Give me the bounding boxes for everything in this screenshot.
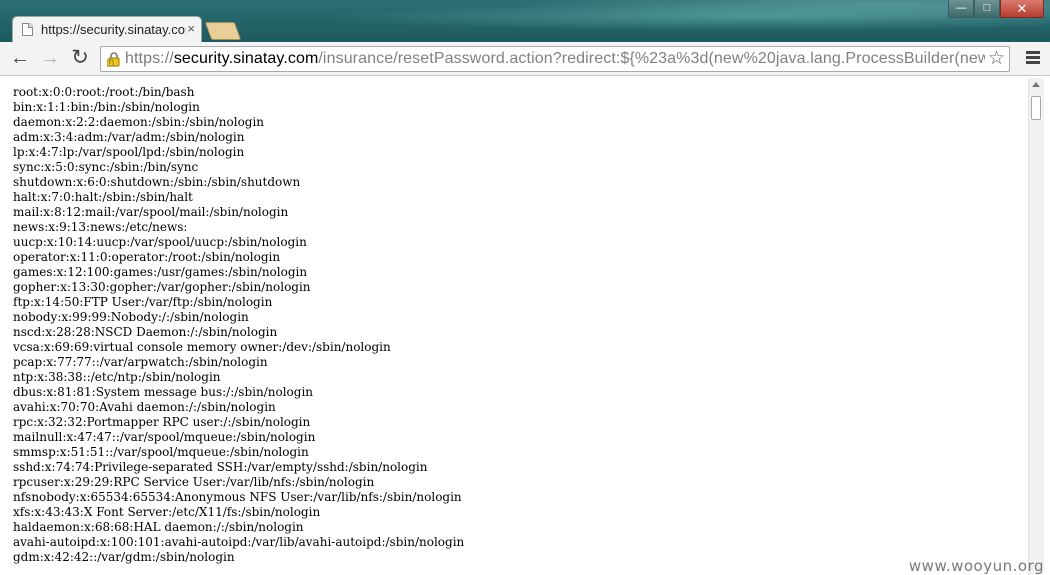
text-line: avahi-autoipd:x:100:101:avahi-autoipd:/v…	[13, 535, 465, 549]
minimize-button[interactable]: —	[948, 0, 974, 18]
vertical-scrollbar[interactable]	[1028, 78, 1044, 575]
text-line: adm:x:3:4:adm:/var/adm:/sbin/nologin	[13, 130, 245, 144]
passwd-file-text: root:x:0:0:root:/root:/bin/bash bin:x:1:…	[13, 85, 464, 565]
reload-button[interactable]: ↻	[68, 47, 92, 71]
new-tab-button[interactable]	[204, 22, 242, 40]
browser-toolbar: ← → ↻ ! https://security.sinatay.com/ins…	[0, 42, 1050, 76]
scroll-up-arrow-icon[interactable]	[1032, 82, 1040, 87]
text-line: xfs:x:43:43:X Font Server:/etc/X11/fs:/s…	[13, 505, 321, 519]
text-line: ftp:x:14:50:FTP User:/var/ftp:/sbin/nolo…	[13, 295, 273, 309]
text-line: games:x:12:100:games:/usr/games:/sbin/no…	[13, 265, 308, 279]
text-line: smmsp:x:51:51::/var/spool/mqueue:/sbin/n…	[13, 445, 309, 459]
page-content: root:x:0:0:root:/root:/bin/bash bin:x:1:…	[0, 76, 1050, 575]
watermark: www.wooyun.org	[908, 557, 1044, 575]
window-controls: — □ ✕	[948, 0, 1044, 20]
lock-warning-icon[interactable]: !	[107, 52, 121, 67]
url-path: /insurance/resetPassword.action?redirect…	[318, 50, 985, 67]
text-line: rpc:x:32:32:Portmapper RPC user:/:/sbin/…	[13, 415, 311, 429]
text-line: rpcuser:x:29:29:RPC Service User:/var/li…	[13, 475, 375, 489]
text-line: nscd:x:28:28:NSCD Daemon:/:/sbin/nologin	[13, 325, 278, 339]
text-line: sync:x:5:0:sync:/sbin:/bin/sync	[13, 160, 199, 174]
hamburger-menu-icon[interactable]	[1026, 51, 1040, 65]
text-line: gopher:x:13:30:gopher:/var/gopher:/sbin/…	[13, 280, 311, 294]
text-line: pcap:x:77:77::/var/arpwatch:/sbin/nologi…	[13, 355, 268, 369]
text-line: mail:x:8:12:mail:/var/spool/mail:/sbin/n…	[13, 205, 289, 219]
text-line: vcsa:x:69:69:virtual console memory owne…	[13, 340, 391, 354]
page-icon	[22, 23, 33, 36]
tab-strip: https://security.sinatay.com × — □ ✕	[0, 0, 1050, 42]
url-scheme: https://	[125, 50, 174, 67]
svg-text:!: !	[109, 60, 111, 67]
text-line: root:x:0:0:root:/root:/bin/bash	[13, 85, 195, 99]
text-line: dbus:x:81:81:System message bus:/:/sbin/…	[13, 385, 314, 399]
text-line: daemon:x:2:2:daemon:/sbin:/sbin/nologin	[13, 115, 265, 129]
close-button[interactable]: ✕	[1000, 0, 1044, 18]
forward-button[interactable]: →	[38, 47, 62, 71]
text-line: bin:x:1:1:bin:/bin:/sbin/nologin	[13, 100, 200, 114]
text-line: nfsnobody:x:65534:65534:Anonymous NFS Us…	[13, 490, 462, 504]
text-line: mailnull:x:47:47::/var/spool/mqueue:/sbi…	[13, 430, 316, 444]
text-line: avahi:x:70:70:Avahi daemon:/:/sbin/nolog…	[13, 400, 276, 414]
text-line: ntp:x:38:38::/etc/ntp:/sbin/nologin	[13, 370, 221, 384]
text-line: nobody:x:99:99:Nobody:/:/sbin/nologin	[13, 310, 249, 324]
url-text[interactable]: https://security.sinatay.com/insurance/r…	[125, 50, 985, 68]
tab-title: https://security.sinatay.com	[41, 22, 186, 37]
text-line: gdm:x:42:42::/var/gdm:/sbin/nologin	[13, 550, 235, 564]
url-host: security.sinatay.com	[173, 50, 319, 67]
text-line: shutdown:x:6:0:shutdown:/sbin:/sbin/shut…	[13, 175, 301, 189]
text-line: news:x:9:13:news:/etc/news:	[13, 220, 188, 234]
text-line: sshd:x:74:74:Privilege-separated SSH:/va…	[13, 460, 428, 474]
scroll-thumb[interactable]	[1031, 96, 1041, 120]
text-line: haldaemon:x:68:68:HAL daemon:/:/sbin/nol…	[13, 520, 304, 534]
text-line: operator:x:11:0:operator:/root:/sbin/nol…	[13, 250, 281, 264]
text-line: halt:x:7:0:halt:/sbin:/sbin/halt	[13, 190, 193, 204]
back-button[interactable]: ←	[8, 47, 32, 71]
text-line: lp:x:4:7:lp:/var/spool/lpd:/sbin/nologin	[13, 145, 245, 159]
star-icon[interactable]: ☆	[988, 48, 1005, 70]
maximize-button[interactable]: □	[974, 0, 1000, 18]
address-bar[interactable]: ! https://security.sinatay.com/insurance…	[100, 46, 1010, 72]
browser-window: https://security.sinatay.com × — □ ✕ ← →…	[0, 0, 1050, 575]
tab-close-icon[interactable]: ×	[187, 21, 195, 37]
tab-active[interactable]: https://security.sinatay.com ×	[12, 16, 202, 42]
text-line: uucp:x:10:14:uucp:/var/spool/uucp:/sbin/…	[13, 235, 307, 249]
